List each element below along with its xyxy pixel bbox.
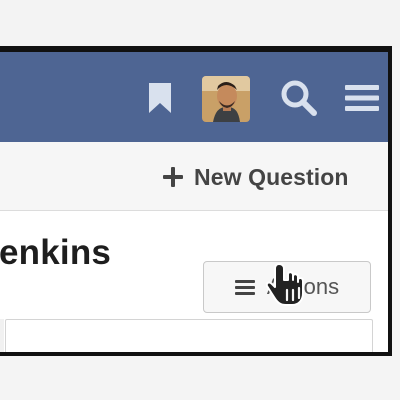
hamburger-icon — [234, 279, 255, 295]
actions-button[interactable]: Actions — [203, 261, 371, 313]
sub-toolbar: New Question — [0, 142, 388, 211]
actions-dropdown-panel — [5, 319, 373, 352]
new-question-label: New Question — [194, 163, 349, 190]
page-title: enkins — [0, 233, 112, 272]
top-navigation-bar — [0, 52, 388, 142]
left-panel-edge — [0, 319, 4, 352]
top-strip — [0, 0, 400, 48]
menu-icon[interactable] — [342, 80, 382, 116]
user-avatar[interactable] — [202, 76, 250, 122]
actions-label: Actions — [266, 274, 340, 299]
new-question-button[interactable]: New Question — [162, 162, 349, 192]
plus-icon — [162, 166, 184, 188]
screen: New Question enkins Actions — [0, 0, 400, 400]
bookmark-icon[interactable] — [143, 80, 177, 116]
search-icon[interactable] — [278, 80, 320, 116]
main-content: enkins Actions — [0, 211, 388, 352]
app-window: New Question enkins Actions — [0, 52, 388, 352]
